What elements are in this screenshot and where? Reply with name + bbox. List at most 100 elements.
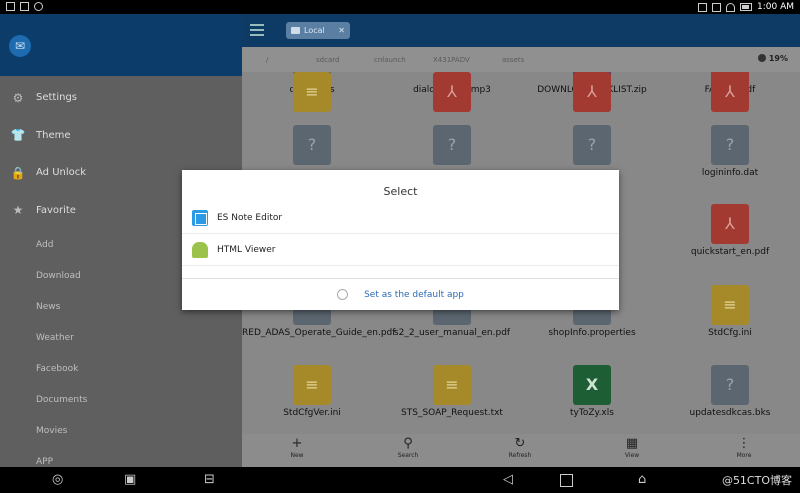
option-es-note-editor[interactable]: ES Note Editor [182,203,619,234]
radio-button[interactable] [337,289,349,300]
more-label: More [736,452,752,459]
battery-icon [740,3,752,11]
file-name: StdCfg.ini [708,328,752,338]
file-name: shopInfo.properties [548,328,636,338]
pie-icon [757,54,766,62]
app-chooser-dialog: Select ES Note Editor HTML Viewer Set as… [182,170,619,310]
cast-icon [698,2,707,12]
drawer-item-settings[interactable]: ⚙ Settings [0,79,242,117]
file-item[interactable]: ≡ [242,72,382,149]
file-item[interactable]: ≡ StdCfg.ini [660,285,800,362]
drawer-item-theme[interactable]: 👕 Theme [0,117,242,155]
refresh-button[interactable]: ↻ Refresh [495,436,545,459]
gallery-icon[interactable]: ▣ [124,473,136,487]
file-name: updatesdkcas.bks [689,408,771,418]
location-tab-label: Local [304,26,325,35]
file-item[interactable]: ⅄ [382,72,522,149]
option-label: HTML Viewer [217,245,276,255]
location-tab[interactable]: Local ✕ [286,22,350,39]
breadcrumb-item[interactable]: / [266,56,268,64]
shirt-icon: 👕 [10,128,26,143]
android-icon [192,242,208,258]
star-icon: ★ [12,203,24,218]
more-icon: ⋮ [737,436,751,451]
system-nav-bar: ◎ ▣ ⊟ ◁ ⌂ @51CTO博客 [0,467,800,493]
bottom-toolbar: + New ⚲ Search ↻ Refresh ▦ View ⋮ More [242,434,800,467]
car-icon[interactable]: ⊟ [204,473,215,487]
status-bar: 1:00 AM [0,0,800,14]
file-item[interactable]: XtyToZy.xls [522,365,662,434]
drawer-item-label: Favorite [36,204,76,216]
xls-file-icon: X [573,365,611,405]
new-button[interactable]: + New [272,436,322,459]
file-item[interactable]: ⅄ [660,72,800,149]
breadcrumb-item[interactable]: sdcard [316,56,339,64]
favorite-item-facebook[interactable]: Facebook [0,353,242,384]
ini-file-icon: ≡ [433,365,471,405]
drawer-item-label: Ad Unlock [36,167,87,179]
wifi-icon [726,2,735,12]
image-icon [20,2,29,11]
breadcrumb: / sdcard cnlaunch X431PADV assets 19% [242,47,800,72]
ini-file-icon: ≡ [293,365,331,405]
back-icon[interactable]: ◁ [503,473,513,487]
drawer-item-label: Theme [36,129,71,141]
file-item[interactable]: ⅄ quickstart_en.pdf [660,204,800,281]
home-icon[interactable]: ⌂ [638,473,646,487]
search-button[interactable]: ⚲ Search [383,436,433,459]
lock-icon: 🔒 [10,165,26,180]
usb-icon [34,2,43,11]
es-note-editor-icon [192,210,208,226]
favorite-item-movies[interactable]: Movies [0,415,242,446]
search-icon: ⚲ [403,436,413,451]
pdf-file-icon: ⅄ [711,204,749,244]
grid-icon: ▦ [625,436,639,451]
drawer-item-label: Settings [36,92,78,104]
file-item[interactable]: ⅄ [522,72,662,149]
file-name: STS_SOAP_Request.txt [401,408,503,418]
view-label: View [624,452,640,459]
favorite-item-documents[interactable]: Documents [0,384,242,415]
refresh-icon: ↻ [514,436,526,451]
close-icon[interactable]: ✕ [338,22,345,39]
file-name: quickstart_en.pdf [690,247,770,257]
breadcrumb-item[interactable]: X431PADV [433,56,470,64]
dialog-title: Select [383,185,418,198]
breadcrumb-item[interactable]: assets [502,56,524,64]
option-label: ES Note Editor [217,213,283,223]
file-name: logininfo.dat [701,168,759,178]
search-label: Search [397,452,419,459]
file-name: tyToZy.xls [570,408,614,418]
storage-indicator[interactable]: 19% [757,54,788,63]
unknown-file-icon: ? [711,365,749,405]
ini-file-icon: ≡ [711,285,749,325]
pdf-file-icon: ⅄ [433,72,471,112]
mail-icon[interactable]: ✉ [9,35,31,57]
storage-percent: 19% [768,54,788,63]
browser-icon[interactable]: ◎ [52,473,63,487]
file-name: StdCfgVer.ini [283,408,341,418]
vibrate-icon [712,2,721,12]
plus-icon: + [291,436,303,451]
folder-icon [291,27,300,34]
new-label: New [290,452,304,459]
file-item[interactable]: ≡ StdCfgVer.ini [242,365,382,434]
screen: 1:00 AM ✉ ⚙ Settings 👕 Theme 🔒 Ad Unlock… [0,0,800,493]
option-html-viewer[interactable]: HTML Viewer [182,235,619,266]
set-default-label: Set as the default app [364,289,464,300]
file-item[interactable]: ? updatesdkcas.bks [660,365,800,434]
pdf-file-icon: ⅄ [573,72,611,112]
square-icon[interactable] [560,474,573,487]
file-item[interactable]: ≡ STS_SOAP_Request.txt [382,365,522,434]
clock: 1:00 AM [757,2,794,12]
watermark: @51CTO博客 [721,474,792,487]
breadcrumb-item[interactable]: cnlaunch [374,56,406,64]
menu-icon[interactable] [250,24,264,36]
set-default-toggle[interactable]: Set as the default app [182,278,619,310]
notification-icon [6,2,15,11]
favorite-item-weather[interactable]: Weather [0,322,242,353]
file-name: RED_ADAS_Operate_Guide_en.pdf [242,328,396,338]
more-button[interactable]: ⋮ More [719,436,769,459]
view-button[interactable]: ▦ View [607,436,657,459]
ini-file-icon: ≡ [293,72,331,112]
